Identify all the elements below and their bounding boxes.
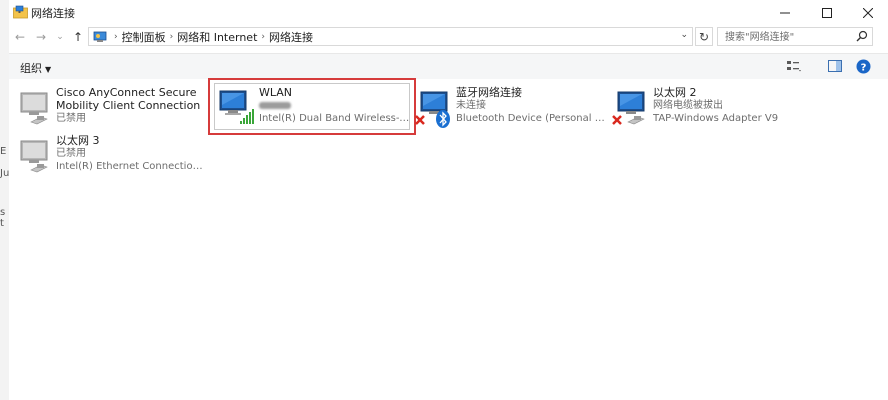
close-icon [863, 7, 873, 18]
search-icon[interactable] [856, 30, 868, 42]
breadcrumb-separator: › [114, 31, 118, 42]
command-bar: 组织 ▼ ? [9, 53, 888, 80]
connection-name: 以太网 3 [56, 134, 100, 147]
maximize-icon [822, 7, 832, 18]
connection-item-wlan[interactable]: WLAN Intel(R) Dual Band Wireless-A... [208, 78, 416, 135]
connection-status: 已禁用 [56, 113, 86, 124]
help-icon[interactable]: ? [856, 59, 871, 74]
connection-status: 网络电缆被拔出 [653, 100, 723, 111]
connection-item-ethernet-2[interactable]: 以太网 2 网络电缆被拔出 TAP-Windows Adapter V9 [610, 82, 808, 132]
breadcrumb-control-panel[interactable]: 控制面板 [122, 29, 166, 45]
svg-text:?: ? [861, 63, 867, 74]
address-dropdown-icon[interactable]: ⌄ [680, 30, 688, 40]
arrow-right-icon: → [35, 30, 47, 44]
cable-unplugged-icon [612, 91, 645, 125]
search-box[interactable] [717, 27, 873, 46]
control-panel-icon [93, 31, 107, 42]
network-connections-window: 网络连接 ← → ⌄ ↑ › 控制面板 › 网络和 Internet › 网络连 [9, 0, 888, 400]
connection-device: Intel(R) Dual Band Wireless-A... [259, 113, 411, 124]
preview-pane-icon[interactable] [827, 59, 843, 73]
error-x-icon [415, 115, 425, 125]
recent-locations-button[interactable]: ⌄ [53, 29, 67, 45]
wlan-signal-icon [219, 90, 254, 124]
chevron-down-icon: ⌄ [56, 32, 64, 42]
connection-device: TAP-Windows Adapter V9 [653, 113, 779, 124]
up-button[interactable]: ↑ [71, 29, 85, 45]
title-bar[interactable]: 网络连接 [9, 0, 888, 25]
connection-name: Cisco AnyConnect Secure [56, 86, 197, 99]
redacted-ssid [259, 101, 291, 109]
breadcrumb-network-internet[interactable]: 网络和 Internet [177, 29, 257, 45]
connection-name: 以太网 2 [653, 86, 697, 99]
network-adapter-disabled-icon [20, 140, 48, 173]
back-button[interactable]: ← [13, 29, 27, 45]
minimize-icon [780, 12, 790, 13]
close-button[interactable] [849, 0, 887, 25]
connections-list: Cisco AnyConnect Secure Mobility Client … [9, 78, 888, 400]
breadcrumb-separator: › [169, 31, 174, 42]
navigation-bar: ← → ⌄ ↑ › 控制面板 › 网络和 Internet › 网络连接 ⌄ ↻ [9, 25, 888, 49]
connection-name-line2: Mobility Client Connection [56, 99, 201, 112]
address-bar[interactable]: › 控制面板 › 网络和 Internet › 网络连接 ⌄ [88, 27, 693, 46]
connection-item-bluetooth[interactable]: 蓝牙网络连接 未连接 Bluetooth Device (Personal Ar… [413, 82, 611, 132]
connection-name: 蓝牙网络连接 [456, 86, 522, 99]
change-view-icon[interactable] [786, 59, 802, 73]
organize-menu[interactable]: 组织 ▼ [20, 60, 51, 76]
forward-button[interactable]: → [34, 29, 48, 45]
connection-device: Bluetooth Device (Personal Ar... [456, 113, 608, 124]
refresh-icon: ↻ [698, 29, 710, 44]
connection-status: 已禁用 [56, 148, 86, 159]
connection-name: WLAN [259, 86, 293, 99]
arrow-up-icon: ↑ [72, 30, 84, 44]
refresh-button[interactable]: ↻ [695, 27, 713, 46]
breadcrumb-network-connections[interactable]: 网络连接 [269, 29, 313, 45]
organize-label: 组织 [20, 62, 42, 75]
minimize-button[interactable] [766, 0, 804, 25]
error-x-icon [612, 115, 622, 125]
maximize-button[interactable] [808, 0, 846, 25]
window-title: 网络连接 [31, 7, 75, 20]
bluetooth-network-icon [415, 91, 450, 128]
breadcrumb-separator: › [261, 31, 266, 42]
network-folder-icon [13, 5, 28, 19]
bluetooth-icon [436, 110, 450, 128]
connection-status: 未连接 [456, 100, 486, 111]
connection-device: Intel(R) Ethernet Connection I2... [56, 161, 208, 172]
network-adapter-disabled-icon [20, 92, 48, 125]
connection-status-redacted [259, 99, 411, 112]
connection-item-cisco[interactable]: Cisco AnyConnect Secure Mobility Client … [13, 82, 211, 132]
caret-down-icon: ▼ [45, 65, 52, 74]
search-input[interactable] [723, 29, 852, 46]
connection-item-ethernet-3[interactable]: 以太网 3 已禁用 Intel(R) Ethernet Connection I… [13, 130, 211, 180]
arrow-left-icon: ← [14, 30, 26, 44]
